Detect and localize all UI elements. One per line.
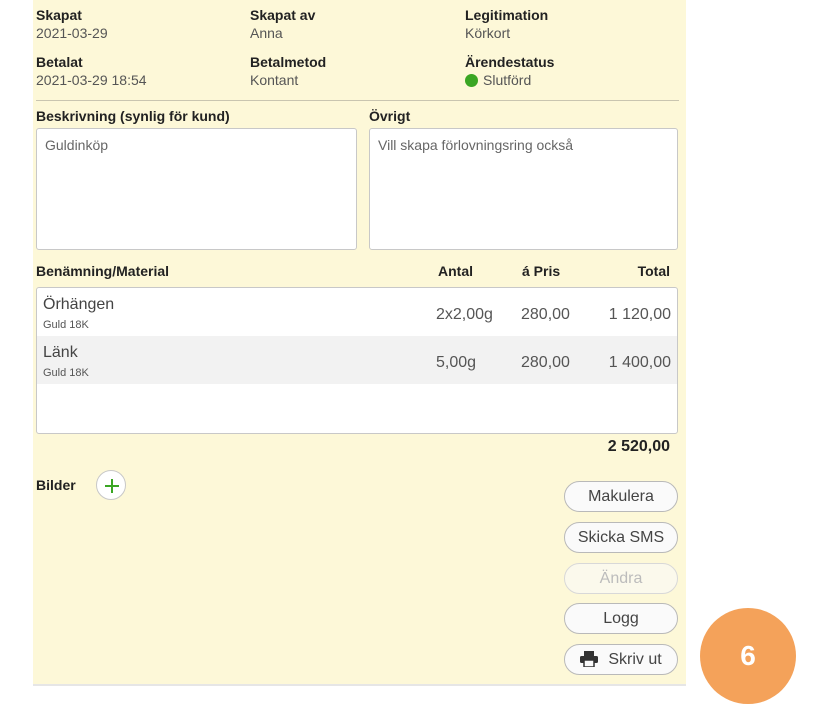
id-value: Körkort bbox=[465, 25, 511, 41]
paid-label: Betalat bbox=[36, 54, 83, 70]
order-details-panel: Skapat 2021-03-29 Skapat av Anna Legitim… bbox=[33, 0, 686, 686]
print-button[interactable]: Skriv ut bbox=[564, 644, 678, 675]
column-header-price: á Pris bbox=[522, 263, 561, 279]
created-field: Skapat 2021-03-29 bbox=[36, 7, 108, 42]
description-label: Beskrivning (synlig för kund) bbox=[36, 108, 230, 124]
created-label: Skapat bbox=[36, 7, 82, 23]
step-badge: 6 bbox=[700, 608, 796, 704]
column-header-name: Benämning/Material bbox=[36, 263, 170, 279]
print-button-label: Skriv ut bbox=[608, 651, 662, 668]
other-label: Övrigt bbox=[369, 108, 411, 124]
created-by-value: Anna bbox=[250, 25, 283, 41]
status-value: Slutförd bbox=[483, 72, 532, 88]
other-textarea[interactable]: Vill skapa förlovningsring också bbox=[369, 128, 678, 250]
item-total: 1 120,00 bbox=[608, 306, 671, 323]
payment-method-value: Kontant bbox=[250, 72, 299, 88]
void-button[interactable]: Makulera bbox=[564, 481, 678, 512]
created-by-label: Skapat av bbox=[250, 7, 316, 23]
log-button[interactable]: Logg bbox=[564, 603, 678, 634]
item-material: Guld 18K bbox=[43, 319, 89, 331]
item-name: Länk bbox=[43, 344, 78, 361]
description-textarea[interactable]: Guldinköp bbox=[36, 128, 357, 250]
item-price: 280,00 bbox=[521, 306, 570, 323]
item-qty: 2x2,00g bbox=[436, 306, 493, 323]
status-label: Ärendestatus bbox=[465, 54, 555, 70]
item-price: 280,00 bbox=[521, 354, 570, 371]
id-field: Legitimation Körkort bbox=[465, 7, 548, 42]
divider bbox=[36, 100, 679, 101]
paid-field: Betalat 2021-03-29 18:54 bbox=[36, 54, 147, 89]
item-qty: 5,00g bbox=[436, 354, 477, 371]
item-name: Örhängen bbox=[43, 296, 115, 313]
payment-method-field: Betalmetod Kontant bbox=[250, 54, 326, 89]
id-label: Legitimation bbox=[465, 7, 549, 23]
column-header-qty: Antal bbox=[438, 263, 473, 279]
items-table: Örhängen Guld 18K 2x2,00g 280,00 1 120,0… bbox=[36, 287, 678, 434]
table-row[interactable]: Länk Guld 18K 5,00g 280,00 1 400,00 bbox=[37, 336, 677, 384]
status-field: Ärendestatus Slutförd bbox=[465, 54, 554, 89]
item-material: Guld 18K bbox=[43, 367, 89, 379]
send-sms-button[interactable]: Skicka SMS bbox=[564, 522, 678, 553]
add-image-button[interactable] bbox=[96, 470, 126, 500]
created-value: 2021-03-29 bbox=[36, 25, 108, 41]
status-value-row: Slutförd bbox=[465, 71, 554, 89]
paid-value: 2021-03-29 18:54 bbox=[36, 72, 147, 88]
printer-icon bbox=[580, 651, 599, 668]
plus-icon bbox=[105, 479, 119, 493]
created-by-field: Skapat av Anna bbox=[250, 7, 315, 42]
column-header-total: Total bbox=[637, 263, 670, 279]
table-row[interactable]: Örhängen Guld 18K 2x2,00g 280,00 1 120,0… bbox=[37, 288, 677, 336]
images-label: Bilder bbox=[36, 477, 76, 493]
edit-button[interactable]: Ändra bbox=[564, 563, 678, 594]
status-dot-icon bbox=[465, 74, 478, 87]
payment-method-label: Betalmetod bbox=[250, 54, 327, 70]
order-total: 2 520,00 bbox=[607, 438, 670, 455]
item-total: 1 400,00 bbox=[608, 354, 671, 371]
